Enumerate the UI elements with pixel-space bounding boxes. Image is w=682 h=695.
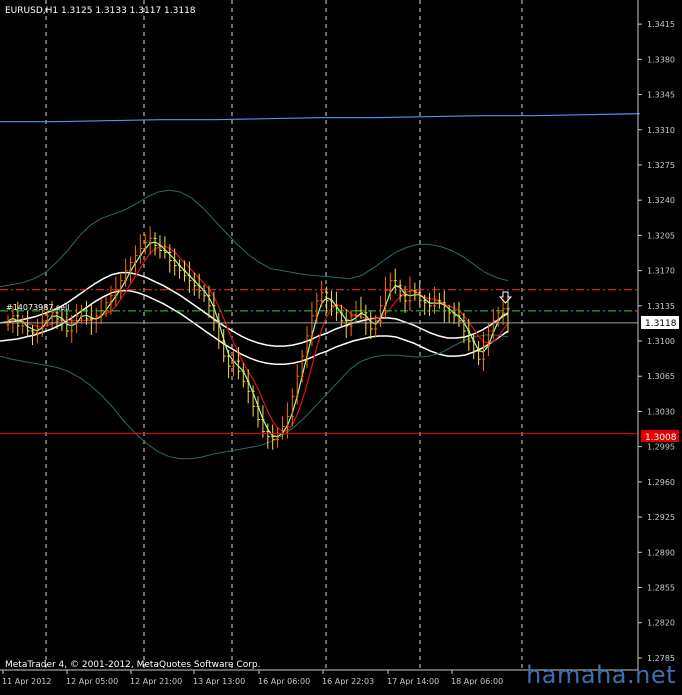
time-tick-label: 13 Apr 13:00 xyxy=(193,677,245,686)
time-tick-label: 17 Apr 14:00 xyxy=(387,677,439,686)
time-tick-label: 16 Apr 06:00 xyxy=(258,677,310,686)
price-chart[interactable]: 1.3415 1.3380 1.3345 1.3310 1.3275 1.3240 1.32… xyxy=(0,0,682,691)
red-level-badge: 1.3008 xyxy=(641,430,679,443)
price-tick-label: 1.3135 xyxy=(647,302,675,311)
price-tick-label: 1.3170 xyxy=(647,267,675,276)
time-tick-label: 12 Apr 05:00 xyxy=(66,677,118,686)
time-tick-label: 18 Apr 06:00 xyxy=(451,677,503,686)
price-tick-label: 1.3030 xyxy=(647,407,675,416)
price-tick-label: 1.2820 xyxy=(647,619,675,628)
current-price-label: 1.3118 xyxy=(645,319,677,329)
price-tick-label: 1.2925 xyxy=(647,513,675,522)
price-tick-label: 1.3100 xyxy=(647,337,675,346)
price-tick-label: 1.3310 xyxy=(647,126,675,135)
price-tick-label: 1.3415 xyxy=(647,20,675,29)
price-tick-label: 1.3380 xyxy=(647,55,675,64)
price-tick-label: 1.3240 xyxy=(647,196,675,205)
current-price-badge: 1.3118 xyxy=(641,316,679,329)
chart-symbol-header: EURUSD,H1 1.3125 1.3133 1.3117 1.3118 xyxy=(5,6,196,16)
price-tick-label: 1.3065 xyxy=(647,372,675,381)
chart-canvas[interactable]: 1.3415 1.3380 1.3345 1.3310 1.3275 1.3240 1.32… xyxy=(0,0,682,691)
price-tick-label: 1.3205 xyxy=(647,231,675,240)
price-tick-label: 1.2890 xyxy=(647,548,675,557)
watermark-text: hamaha.net xyxy=(526,661,676,689)
time-tick-label: 16 Apr 22:03 xyxy=(322,677,374,686)
red-level-label: 1.3008 xyxy=(645,433,677,443)
price-tick-label: 1.2855 xyxy=(647,584,675,593)
order-label: #14073987 sell xyxy=(6,303,70,312)
price-tick-label: 1.2995 xyxy=(647,443,675,452)
price-tick-label: 1.3275 xyxy=(647,161,675,170)
copyright-text: MetaTrader 4, © 2001-2012, MetaQuotes So… xyxy=(5,660,261,670)
price-tick-label: 1.3345 xyxy=(647,91,675,100)
time-tick-label: 12 Apr 21:00 xyxy=(130,677,182,686)
time-tick-label: 11 Apr 2012 xyxy=(2,677,51,686)
price-tick-label: 1.2960 xyxy=(647,478,675,487)
